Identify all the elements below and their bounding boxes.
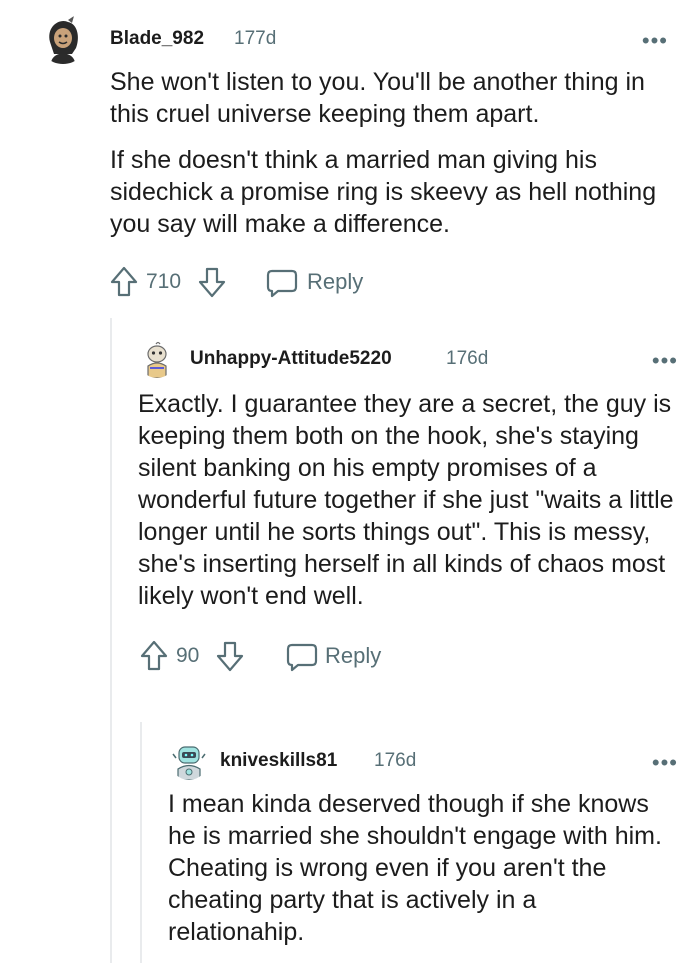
comment-actions: 90 Reply bbox=[138, 640, 678, 680]
comment-body: Exactly. I guarantee they are a secret, … bbox=[138, 388, 678, 612]
comment-age: 176d bbox=[446, 348, 489, 369]
downvote-arrow-icon[interactable] bbox=[198, 266, 226, 303]
reply-button[interactable]: Reply bbox=[307, 269, 363, 295]
comment: Unhappy-Attitude5220 176d ••• Exactly. I… bbox=[138, 340, 678, 680]
speech-bubble-icon[interactable] bbox=[286, 642, 318, 677]
comment: Blade_982 177d ••• She won't listen to y… bbox=[38, 14, 668, 306]
avatar[interactable] bbox=[38, 14, 88, 64]
vote-score: 710 bbox=[146, 270, 182, 293]
avatar[interactable] bbox=[170, 742, 208, 780]
more-options-icon[interactable]: ••• bbox=[642, 30, 668, 52]
comment-header: Blade_982 177d ••• bbox=[38, 14, 668, 64]
comment: kniveskills81 176d ••• I mean kinda dese… bbox=[168, 742, 678, 948]
comment-age: 177d bbox=[234, 28, 277, 49]
speech-bubble-icon[interactable] bbox=[266, 268, 298, 303]
comment-paragraph: I mean kinda deserved though if she know… bbox=[168, 790, 662, 946]
comment-header: Unhappy-Attitude5220 176d ••• bbox=[138, 340, 678, 380]
comment-paragraph: Exactly. I guarantee they are a secret, … bbox=[138, 390, 674, 610]
comment-actions: 710 Reply bbox=[110, 266, 668, 306]
avatar-icon bbox=[170, 742, 208, 780]
username[interactable]: Unhappy-Attitude5220 bbox=[190, 348, 392, 370]
downvote-arrow-icon[interactable] bbox=[216, 640, 244, 677]
username[interactable]: kniveskills81 bbox=[220, 750, 337, 772]
comment-body: She won't listen to you. You'll be anoth… bbox=[110, 66, 668, 240]
comment-body: I mean kinda deserved though if she know… bbox=[168, 788, 678, 948]
comment-age: 176d bbox=[374, 750, 417, 771]
username[interactable]: Blade_982 bbox=[110, 28, 204, 50]
reply-button[interactable]: Reply bbox=[325, 643, 381, 669]
avatar-icon bbox=[38, 14, 88, 64]
upvote-arrow-icon[interactable] bbox=[140, 640, 168, 677]
comment-header: kniveskills81 176d ••• bbox=[168, 742, 678, 782]
upvote-arrow-icon[interactable] bbox=[110, 266, 138, 303]
comment-paragraph: She won't listen to you. You'll be anoth… bbox=[110, 68, 645, 128]
vote-score: 90 bbox=[176, 644, 200, 667]
avatar-icon bbox=[138, 340, 176, 378]
more-options-icon[interactable]: ••• bbox=[652, 752, 678, 774]
avatar[interactable] bbox=[138, 340, 176, 378]
thread-line[interactable] bbox=[140, 722, 142, 963]
more-options-icon[interactable]: ••• bbox=[652, 350, 678, 372]
comment-paragraph: If she doesn't think a married man givin… bbox=[110, 146, 657, 238]
thread-line[interactable] bbox=[110, 318, 112, 963]
